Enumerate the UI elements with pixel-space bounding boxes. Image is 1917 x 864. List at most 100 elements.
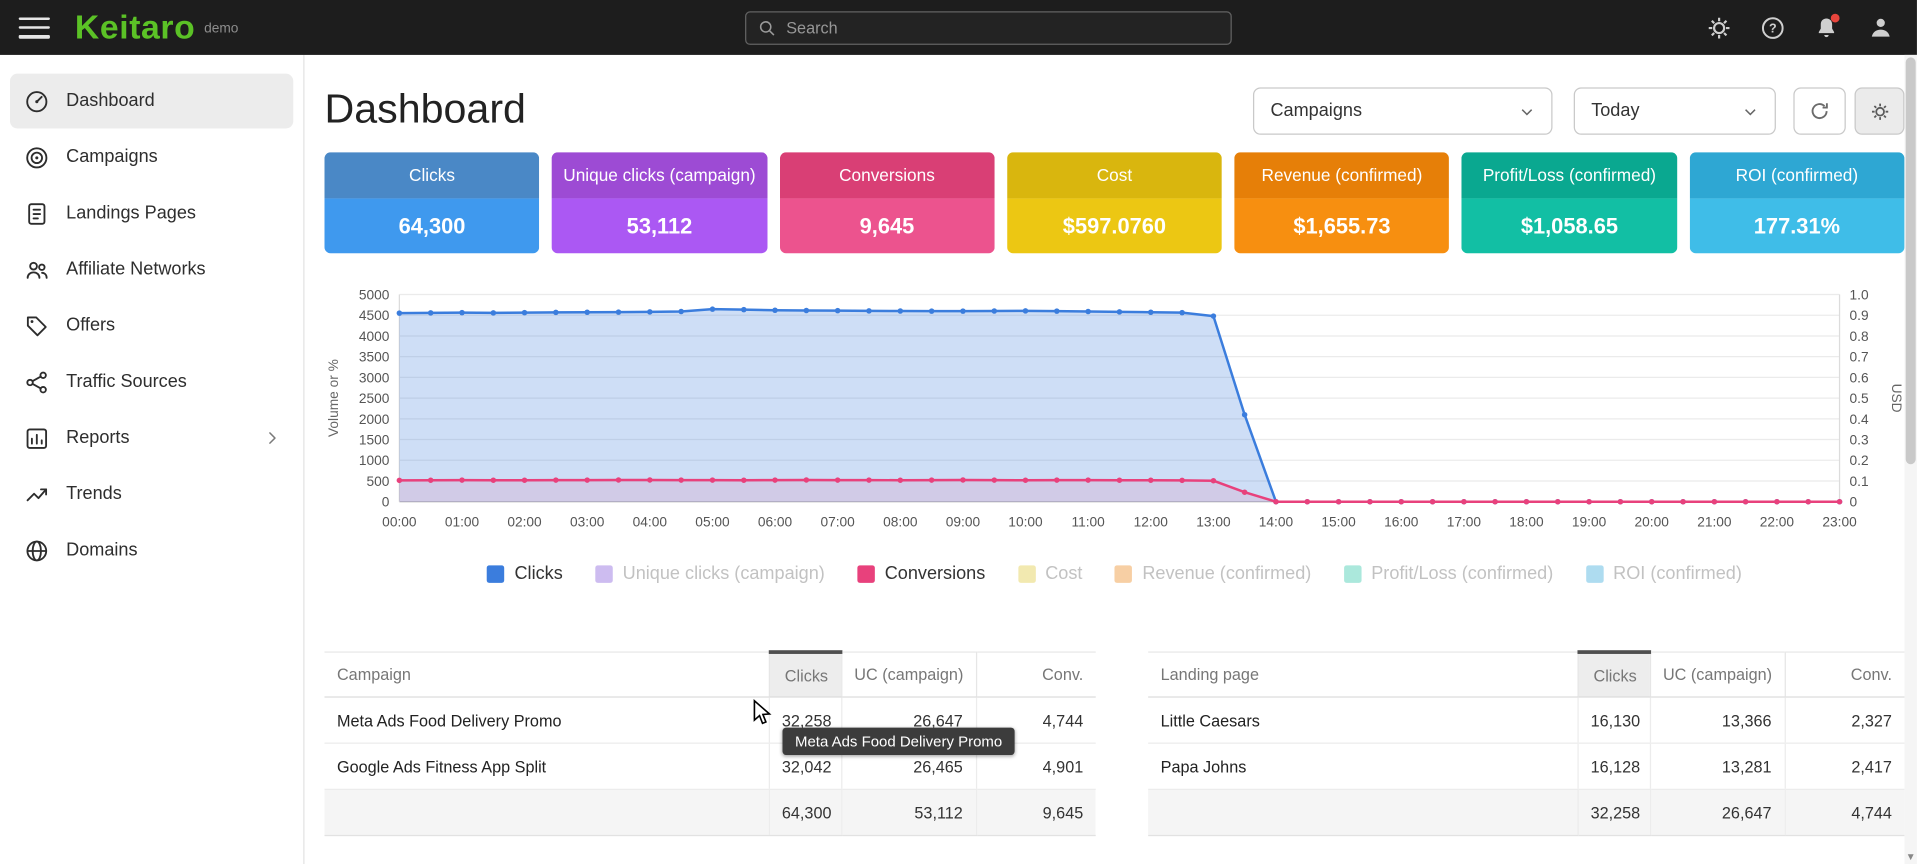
svg-text:03:00: 03:00 [570, 515, 605, 530]
sidebar-item-trends[interactable]: Trends [10, 467, 293, 522]
sidebar-item-campaigns[interactable]: Campaigns [10, 130, 293, 185]
global-search [745, 11, 1232, 45]
column-header-uc-campaign[interactable]: UC (campaign) [841, 652, 976, 697]
sidebar-item-landings-pages[interactable]: Landings Pages [10, 186, 293, 241]
refresh-button[interactable] [1793, 87, 1845, 134]
row-name[interactable]: Papa Johns [1148, 743, 1577, 789]
hamburger-menu-icon[interactable] [19, 17, 50, 38]
legend-item-profit-loss-confirmed[interactable]: Profit/Loss (confirmed) [1344, 564, 1553, 584]
legend-item-roi-confirmed[interactable]: ROI (confirmed) [1586, 564, 1742, 584]
sidebar-item-reports[interactable]: Reports [10, 411, 293, 466]
legend-label: Clicks [514, 564, 562, 584]
table-row[interactable]: Papa Johns16,12813,2812,417 [1148, 743, 1904, 789]
dashboard-settings-button[interactable] [1855, 87, 1905, 134]
svg-text:0.7: 0.7 [1850, 350, 1869, 365]
metric-label: Unique clicks (campaign) [552, 152, 767, 198]
svg-text:1500: 1500 [359, 433, 390, 448]
scrollbar-thumb[interactable] [1906, 57, 1916, 464]
row-value: 2,417 [1785, 743, 1905, 789]
svg-text:3500: 3500 [359, 350, 390, 365]
sidebar: Dashboard Campaigns Landings Pages Affil… [0, 55, 305, 864]
landing-pages-table: Landing pageClicksUC (campaign)Conv.Litt… [1148, 650, 1904, 836]
sidebar-item-label: Affiliate Networks [66, 260, 205, 280]
total-value: 53,112 [841, 789, 976, 835]
metric-card-clicks: Clicks 64,300 [324, 152, 539, 253]
row-value: 16,128 [1577, 743, 1649, 789]
column-header-conv[interactable]: Conv. [976, 652, 1096, 697]
metric-card-revenue-confirmed: Revenue (confirmed) $1,655.73 [1234, 152, 1449, 253]
row-tooltip: Meta Ads Food Delivery Promo [782, 728, 1014, 755]
account-icon[interactable] [1866, 13, 1895, 42]
dashboard-icon [22, 87, 49, 114]
svg-text:00:00: 00:00 [382, 515, 417, 530]
domains-icon [22, 537, 49, 564]
metric-cards: Clicks 64,300 Unique clicks (campaign) 5… [324, 152, 1904, 253]
svg-text:20:00: 20:00 [1635, 515, 1670, 530]
sidebar-item-domains[interactable]: Domains [10, 523, 293, 578]
row-name[interactable]: Little Caesars [1148, 697, 1577, 743]
legend-item-unique-clicks-campaign[interactable]: Unique clicks (campaign) [595, 564, 825, 584]
total-value: 32,258 [1577, 789, 1649, 835]
legend-item-cost[interactable]: Cost [1018, 564, 1083, 584]
svg-text:05:00: 05:00 [695, 515, 730, 530]
sidebar-nav: Dashboard Campaigns Landings Pages Affil… [0, 74, 303, 578]
page-title: Dashboard [324, 85, 525, 132]
campaigns-filter-select[interactable]: Campaigns [1253, 87, 1553, 134]
sidebar-item-affiliate-networks[interactable]: Affiliate Networks [10, 242, 293, 297]
keitaro-dashboard: Keitaro demo ? [0, 0, 1917, 864]
refresh-icon [1808, 100, 1830, 122]
sidebar-item-dashboard[interactable]: Dashboard [10, 74, 293, 129]
date-range-select[interactable]: Today [1574, 87, 1776, 134]
sidebar-item-traffic-sources[interactable]: Traffic Sources [10, 354, 293, 409]
affiliates-icon [22, 256, 49, 283]
svg-text:12:00: 12:00 [1134, 515, 1169, 530]
svg-text:5000: 5000 [359, 288, 390, 303]
svg-text:0: 0 [1850, 495, 1858, 510]
logo[interactable]: Keitaro demo [75, 11, 239, 45]
svg-text:16:00: 16:00 [1384, 515, 1419, 530]
column-header-conv[interactable]: Conv. [1785, 652, 1905, 697]
bell-icon[interactable] [1812, 13, 1841, 42]
scrollbar-track[interactable]: ▼ [1904, 55, 1916, 864]
totals-row: 64,30053,1129,645 [324, 789, 1095, 835]
row-name[interactable]: Meta Ads Food Delivery Promo [324, 697, 768, 743]
chart-container[interactable]: 005000.110000.215000.320000.425000.53000… [324, 280, 1904, 537]
table-row[interactable]: Little Caesars16,13013,3662,327 [1148, 697, 1904, 743]
search-input[interactable] [786, 19, 1219, 38]
svg-text:0.2: 0.2 [1850, 453, 1869, 468]
svg-text:3000: 3000 [359, 370, 390, 385]
chart-legend: Clicks Unique clicks (campaign) Conversi… [324, 564, 1904, 584]
column-header-clicks[interactable]: Clicks [1577, 652, 1649, 697]
total-value: 9,645 [976, 789, 1096, 835]
gear-icon[interactable] [1705, 13, 1734, 42]
search-icon [758, 19, 777, 38]
legend-item-clicks[interactable]: Clicks [487, 564, 563, 584]
svg-text:USD: USD [1889, 384, 1904, 413]
column-header-campaign[interactable]: Campaign [324, 652, 768, 697]
column-header-uc-campaign[interactable]: UC (campaign) [1650, 652, 1785, 697]
sidebar-item-offers[interactable]: Offers [10, 298, 293, 353]
total-value: 26,647 [1650, 789, 1785, 835]
legend-label: Conversions [885, 564, 986, 584]
row-value: 13,281 [1650, 743, 1785, 789]
traffic-icon [22, 368, 49, 395]
svg-text:4000: 4000 [359, 329, 390, 344]
landings-icon [22, 200, 49, 227]
legend-item-conversions[interactable]: Conversions [857, 564, 985, 584]
metric-card-cost: Cost $597.0760 [1007, 152, 1222, 253]
metric-card-conversions: Conversions 9,645 [779, 152, 994, 253]
svg-text:Volume or %: Volume or % [326, 359, 341, 437]
metric-label: Conversions [779, 152, 994, 198]
offers-icon [22, 312, 49, 339]
legend-swatch [1115, 565, 1132, 582]
row-name[interactable]: Google Ads Fitness App Split [324, 743, 768, 789]
mouse-cursor [753, 699, 773, 726]
svg-text:17:00: 17:00 [1447, 515, 1482, 530]
help-icon[interactable]: ? [1758, 13, 1787, 42]
scroll-down-arrow[interactable]: ▼ [1904, 851, 1916, 863]
trends-icon [22, 480, 49, 507]
total-value [1148, 789, 1577, 835]
column-header-landing-page[interactable]: Landing page [1148, 652, 1577, 697]
column-header-clicks[interactable]: Clicks [769, 652, 841, 697]
legend-item-revenue-confirmed[interactable]: Revenue (confirmed) [1115, 564, 1311, 584]
